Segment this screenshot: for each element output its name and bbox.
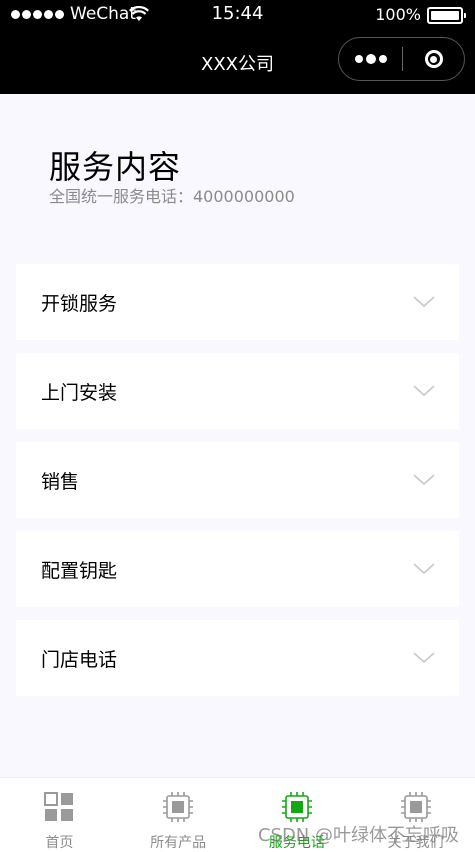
chip-icon bbox=[400, 792, 431, 822]
tab-label: 所有产品 bbox=[150, 835, 207, 851]
more-dots-icon bbox=[365, 54, 376, 64]
service-item-label: 配置钥匙 bbox=[41, 559, 118, 582]
status-bar: WeChat 15:44 100% bbox=[0, 0, 475, 30]
target-icon bbox=[424, 50, 443, 68]
chevron-down-icon bbox=[413, 474, 435, 486]
app-header: WeChat 15:44 100% XXX公司 bbox=[0, 0, 475, 94]
service-item-sales[interactable]: 销售 bbox=[16, 442, 459, 518]
service-item-label: 销售 bbox=[41, 470, 80, 493]
tab-home[interactable]: 首页 bbox=[0, 778, 119, 852]
miniprogram-capsule bbox=[338, 37, 465, 81]
chevron-down-icon bbox=[413, 296, 435, 308]
service-item-label: 上门安装 bbox=[41, 381, 118, 404]
grid-icon bbox=[44, 792, 74, 821]
service-item-label: 开锁服务 bbox=[41, 292, 118, 315]
service-item-store-phone[interactable]: 门店电话 bbox=[16, 620, 459, 696]
page-subtitle: 全国统一服务电话：4000000000 bbox=[49, 187, 295, 206]
service-list: 开锁服务 上门安装 销售 配置钥匙 门店电话 bbox=[16, 264, 459, 709]
more-dots-icon bbox=[378, 55, 387, 63]
service-item-installation[interactable]: 上门安装 bbox=[16, 353, 459, 429]
battery-percent: 100% bbox=[375, 5, 421, 24]
close-button[interactable] bbox=[403, 38, 464, 80]
tab-label: 首页 bbox=[45, 835, 74, 851]
chevron-down-icon bbox=[413, 385, 435, 397]
page-title: 服务内容 bbox=[49, 148, 182, 186]
tab-products[interactable]: 所有产品 bbox=[119, 778, 238, 852]
battery-icon bbox=[427, 7, 466, 24]
chip-icon bbox=[163, 792, 194, 822]
chip-icon bbox=[281, 792, 312, 822]
service-item-key-copy[interactable]: 配置钥匙 bbox=[16, 531, 459, 607]
chevron-down-icon bbox=[413, 652, 435, 664]
more-button[interactable] bbox=[339, 38, 402, 80]
service-item-unlock[interactable]: 开锁服务 bbox=[16, 264, 459, 340]
more-dots-icon bbox=[354, 55, 363, 63]
watermark: CSDN @叶绿体不忘呼吸 bbox=[257, 825, 459, 846]
service-item-label: 门店电话 bbox=[41, 648, 118, 671]
chevron-down-icon bbox=[413, 563, 435, 575]
